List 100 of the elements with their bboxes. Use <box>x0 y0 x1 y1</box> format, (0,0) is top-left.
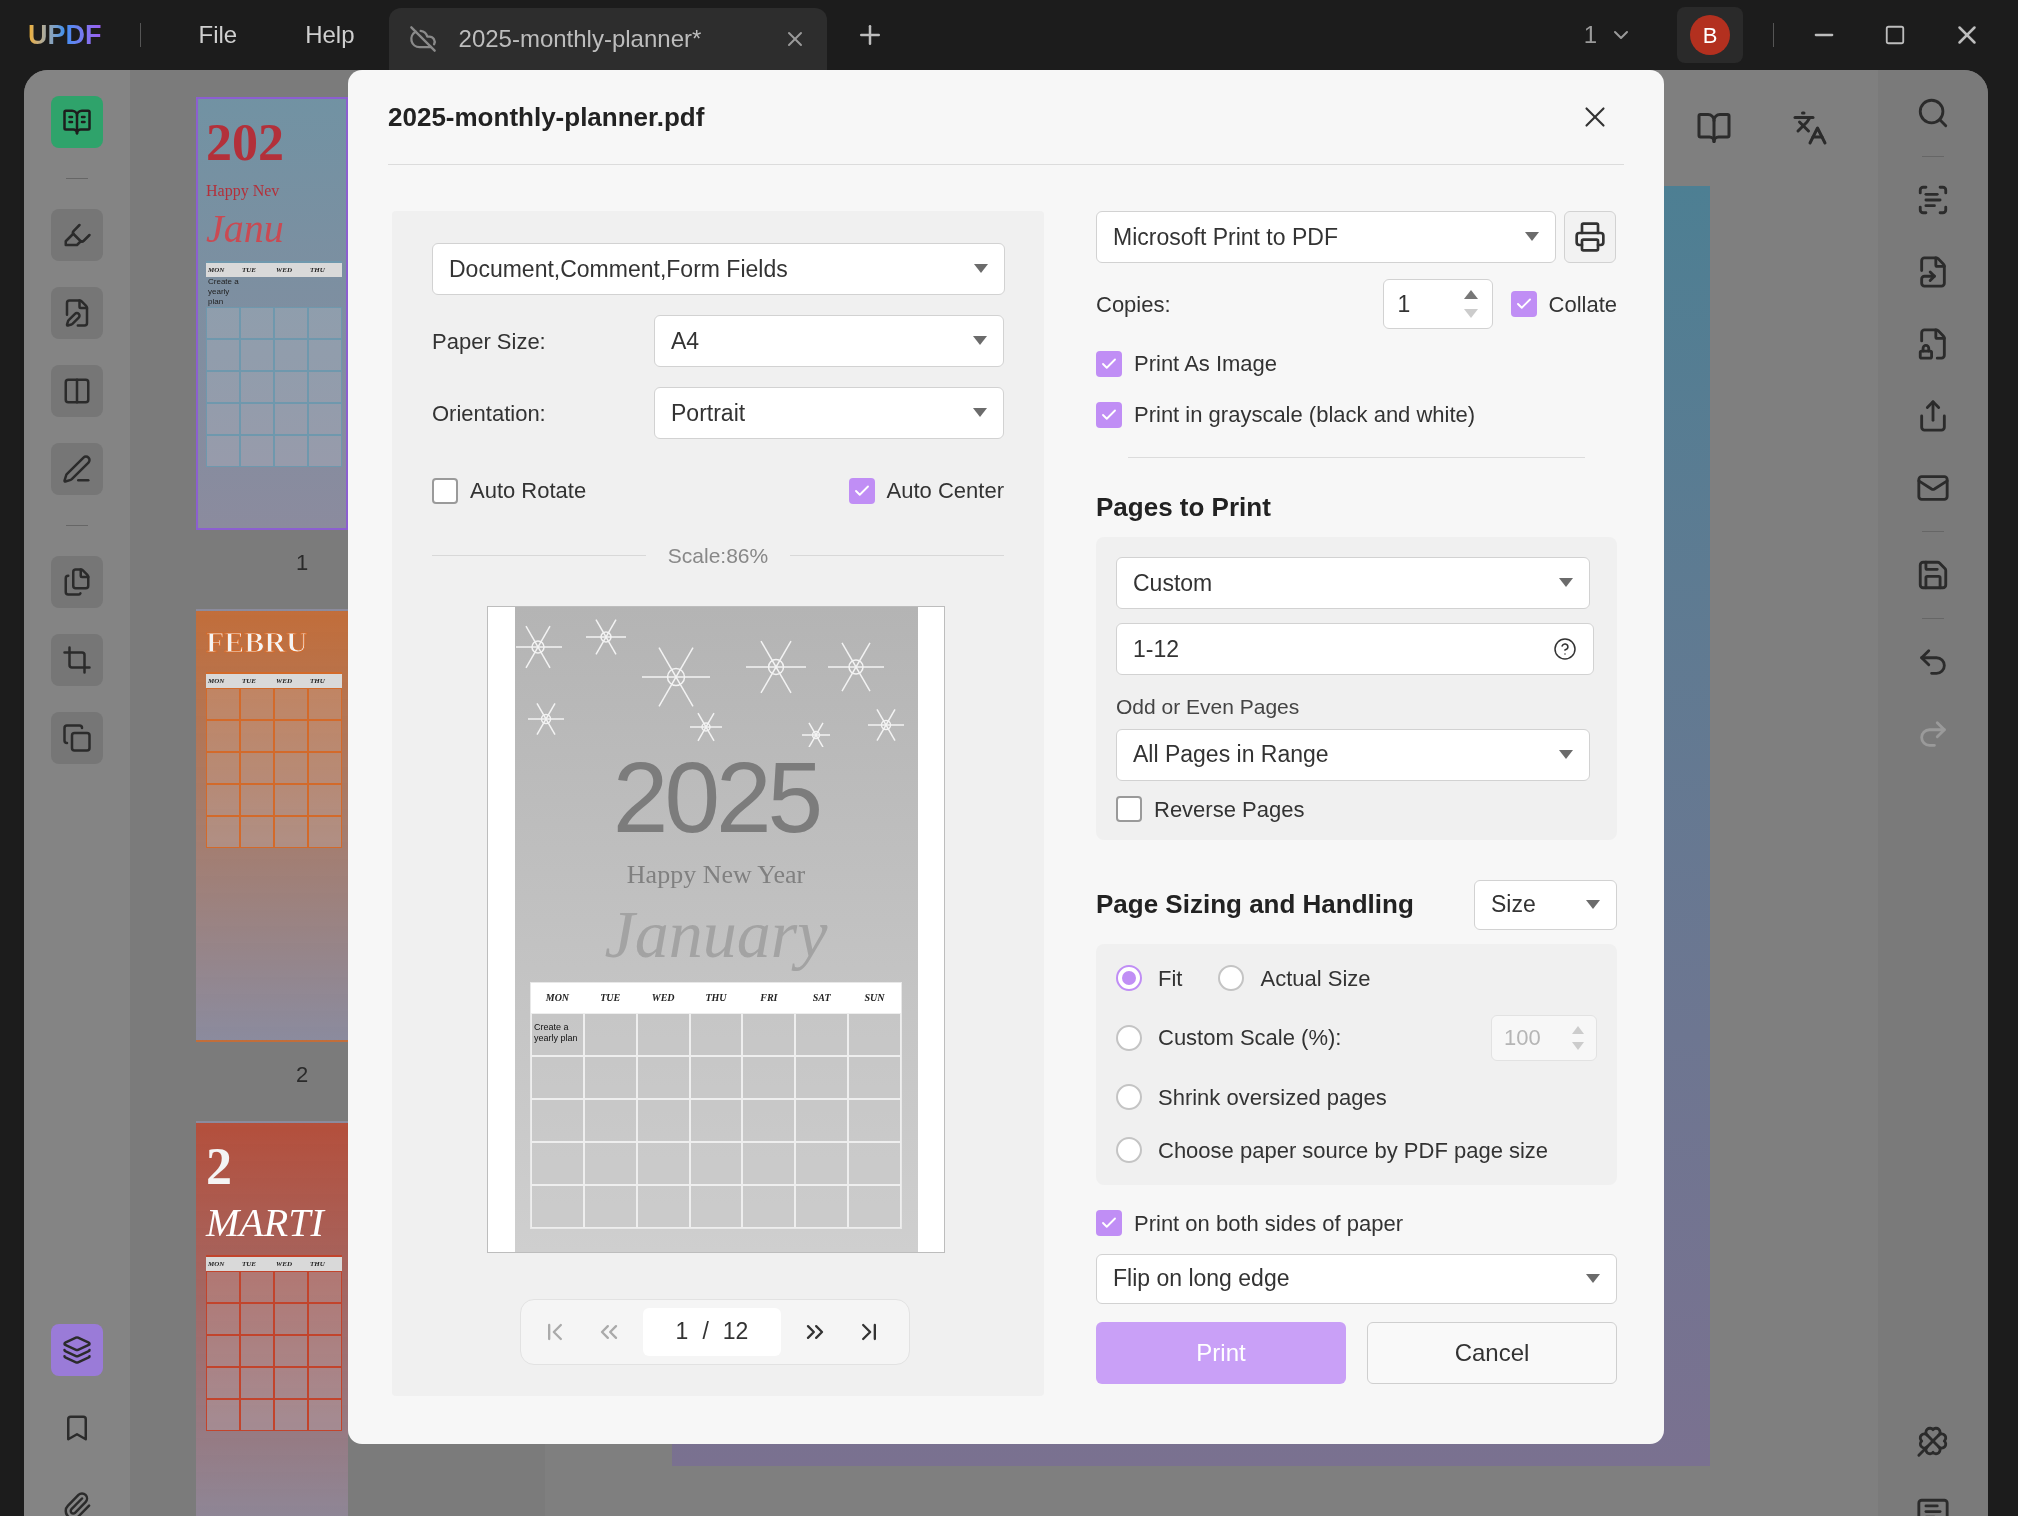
tool-button[interactable] <box>51 96 103 148</box>
document-tab[interactable]: 2025-monthly-planner* <box>388 8 827 70</box>
page-range-field[interactable]: 1-12 <box>1116 623 1594 675</box>
checkbox[interactable] <box>1116 796 1142 822</box>
paper-size-dropdown[interactable]: A4 <box>654 315 1004 367</box>
radio-label: Actual Size <box>1260 964 1371 993</box>
ocr-icon[interactable] <box>1916 183 1950 217</box>
calendar-cell <box>240 752 274 784</box>
current-page-field[interactable]: 1 <box>675 1314 689 1349</box>
page-count-dropdown[interactable]: 1 <box>1583 17 1633 53</box>
form-icon <box>62 376 92 406</box>
checkbox[interactable] <box>1096 350 1122 377</box>
menu-item[interactable]: File <box>198 17 238 53</box>
user-avatar[interactable]: B <box>1690 15 1730 55</box>
calendar-cell <box>274 688 308 720</box>
thumbnail-heading: FEBRU <box>206 625 309 660</box>
radio-button[interactable] <box>1116 1137 1142 1163</box>
calendar-cell <box>795 1098 849 1142</box>
dropdown-arrow-icon <box>1586 899 1600 910</box>
sizing-mode-dropdown[interactable]: Size <box>1474 879 1617 930</box>
duplex-dropdown[interactable]: Flip on long edge <box>1096 1253 1617 1304</box>
calendar-cell <box>274 307 308 340</box>
copies-field[interactable]: 1 <box>1382 279 1493 329</box>
tool-button[interactable] <box>51 287 103 339</box>
calendar-cell <box>206 1335 240 1368</box>
tool-button[interactable] <box>51 556 103 608</box>
checkbox-label: Reverse Pages <box>1154 795 1305 824</box>
calendar-cell <box>240 339 274 372</box>
calendar-cell <box>689 1098 743 1142</box>
radio-button[interactable] <box>1116 1084 1142 1110</box>
calendar-cell <box>742 1055 796 1099</box>
calendar-cell <box>274 339 308 372</box>
checkbox[interactable] <box>1510 291 1537 317</box>
maximize-icon[interactable] <box>1884 24 1906 46</box>
paperclip-icon <box>62 1491 92 1516</box>
calendar-cell <box>689 1141 743 1185</box>
tool-button[interactable] <box>51 443 103 495</box>
crop-icon <box>62 645 92 675</box>
dialog-title: 2025-monthly-planner.pdf <box>388 100 705 134</box>
search-icon[interactable] <box>1916 96 1950 130</box>
cloud-off-icon <box>408 25 437 53</box>
calendar-cell <box>848 1098 901 1142</box>
checkbox[interactable] <box>432 477 458 504</box>
calendar-cell <box>848 1055 901 1099</box>
calendar-cell <box>274 816 308 848</box>
radio-button[interactable] <box>1116 1024 1142 1051</box>
radio-label: Fit <box>1158 964 1183 993</box>
calendar-cell <box>795 1012 849 1056</box>
tool-button[interactable] <box>51 1324 103 1376</box>
help-icon[interactable] <box>1553 637 1577 661</box>
checkbox[interactable] <box>848 477 875 504</box>
day-label: SUN <box>863 991 886 1005</box>
calendar-note: Create a yearly plan <box>534 1021 579 1044</box>
calendar-cell <box>274 1303 308 1336</box>
checkbox[interactable] <box>1096 401 1122 428</box>
save-icon[interactable] <box>1916 558 1950 592</box>
thumbnail-subtitle: Happy Nev <box>206 180 281 202</box>
radio-label: Shrink oversized pages <box>1158 1083 1387 1112</box>
calendar-cell <box>636 1098 690 1142</box>
content-dropdown[interactable]: Document,Comment,Form Fields <box>432 243 1005 295</box>
calendar-cell <box>583 1141 637 1185</box>
checkbox[interactable] <box>1096 1210 1122 1236</box>
calendar-cell <box>531 1098 584 1142</box>
book-icon[interactable] <box>1696 110 1732 146</box>
calendar-cell <box>206 307 240 340</box>
calendar-cell <box>274 1271 308 1304</box>
calendar-cell <box>240 1303 274 1336</box>
tool-button[interactable] <box>51 365 103 417</box>
clover-icon[interactable] <box>1916 1424 1950 1458</box>
field-label: Paper Size: <box>432 327 546 356</box>
radio-button[interactable] <box>1218 965 1245 991</box>
section-heading: Pages to Print <box>1096 491 1272 524</box>
printer-settings-button[interactable] <box>1564 211 1616 263</box>
calendar-cell <box>274 720 308 752</box>
calendar-cell <box>848 1012 901 1056</box>
day-label: TUE <box>599 991 622 1005</box>
menu-item[interactable]: Help <box>305 17 355 53</box>
dropdown-arrow-icon <box>1559 578 1573 588</box>
radio-button[interactable] <box>1116 965 1142 991</box>
calendar-cell <box>308 1271 342 1304</box>
tool-button[interactable] <box>51 209 103 261</box>
thumbnail-heading: 2 <box>206 1137 233 1197</box>
page-range-dropdown[interactable]: Custom <box>1116 557 1590 609</box>
checkbox-label: Print in grayscale (black and white) <box>1134 401 1476 429</box>
day-label: SAT <box>811 991 832 1005</box>
section-heading: Page Sizing and Handling <box>1096 888 1414 921</box>
calendar-cell <box>531 1055 584 1099</box>
calendar-cell <box>308 339 342 372</box>
printer-dropdown[interactable]: Microsoft Print to PDF <box>1096 211 1556 263</box>
cancel-button[interactable]: Cancel <box>1367 1321 1617 1384</box>
calendar-cell <box>240 1335 274 1368</box>
calendar-cell <box>308 435 342 468</box>
tool-button[interactable] <box>51 634 103 686</box>
spinner-arrows-icon <box>1572 1024 1584 1051</box>
calendar-cell <box>795 1141 849 1185</box>
translate-icon[interactable] <box>1792 110 1828 146</box>
tool-button[interactable] <box>51 712 103 764</box>
odd-even-dropdown[interactable]: All Pages in Range <box>1116 728 1590 781</box>
orientation-dropdown[interactable]: Portrait <box>654 387 1004 439</box>
day-label: THU <box>704 991 728 1005</box>
